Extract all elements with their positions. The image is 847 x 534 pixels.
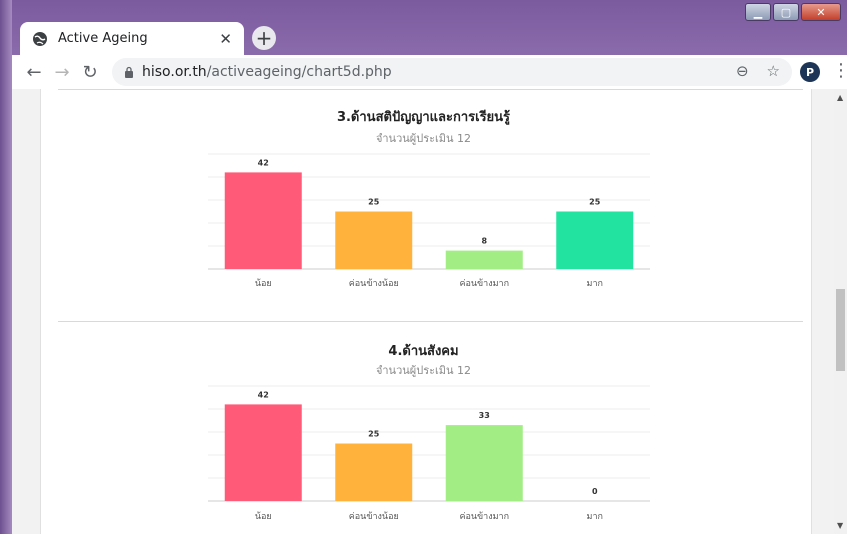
url-path: /activeageing/chart5d.php [206, 64, 392, 80]
close-window-button[interactable]: ✕ [801, 3, 841, 21]
lock-icon [125, 66, 133, 78]
back-arrow-icon[interactable]: ← [20, 62, 48, 83]
zoom-icon[interactable]: ⊖ [736, 62, 749, 80]
scroll-up-icon[interactable]: ▲ [837, 93, 843, 102]
data-label: 25 [368, 430, 380, 439]
desktop-edge [0, 0, 12, 534]
browser-toolbar: ← → ↻ hiso.or.th/activeageing/chart5d.ph… [12, 55, 847, 89]
category-label: ค่อนข้างน้อย [349, 511, 399, 522]
address-bar[interactable]: hiso.or.th/activeageing/chart5d.php ⊖ ☆ [112, 58, 792, 86]
minimize-button[interactable]: ▁ [745, 3, 771, 21]
scroll-thumb[interactable] [836, 289, 845, 371]
plus-icon[interactable]: + [252, 26, 276, 50]
menu-dots-icon[interactable]: ⋮ [832, 60, 847, 81]
data-label: 33 [479, 411, 490, 420]
forward-arrow-icon[interactable]: → [48, 62, 76, 83]
maximize-button[interactable]: ▢ [773, 3, 799, 21]
tab-title: Active Ageing [58, 31, 148, 46]
window-controls: ▁ ▢ ✕ [745, 3, 841, 21]
page-viewport: 3.ด้านสติปัญญาและการเรียนรู้ จำนวนผู้ประ… [12, 89, 834, 534]
bar-2 [445, 425, 523, 501]
data-label: 0 [592, 487, 598, 496]
close-icon[interactable]: ✕ [219, 30, 232, 48]
category-label: ค่อนข้างมาก [459, 511, 509, 522]
data-label: 42 [258, 390, 269, 399]
star-icon[interactable]: ☆ [767, 62, 780, 80]
globe-icon [33, 31, 47, 46]
category-label: น้อย [255, 511, 272, 522]
browser-tab[interactable]: Active Ageing ✕ [20, 22, 244, 55]
bar-0 [224, 404, 302, 501]
vertical-scrollbar[interactable]: ▲ ▼ [834, 89, 847, 534]
scroll-down-icon[interactable]: ▼ [837, 521, 843, 530]
url-host: hiso.or.th [142, 64, 207, 80]
avatar[interactable]: P [800, 62, 820, 82]
bar-1 [335, 443, 413, 501]
category-label: มาก [587, 512, 603, 522]
bar-chart-social: 42 น้อย 25 ค่อนข้างน้อย 33 ค่อนข้างมาก 0 มาก [208, 385, 650, 522]
reload-icon[interactable]: ↻ [76, 62, 104, 83]
